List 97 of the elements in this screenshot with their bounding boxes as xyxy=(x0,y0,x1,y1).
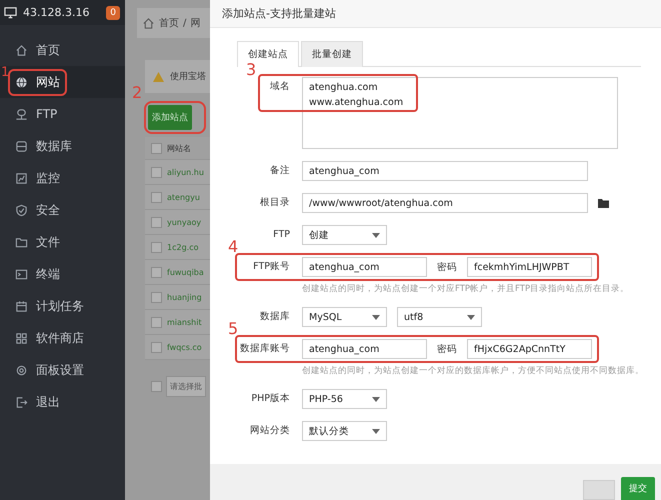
path-field[interactable]: /www/wwwroot/atenghua.com xyxy=(302,193,588,213)
exit-icon xyxy=(15,396,28,408)
breadcrumb-separator: / xyxy=(183,18,186,28)
dialog-title: 添加站点-支持批量建站 xyxy=(222,6,336,21)
sidebar-item[interactable]: 面板设置 xyxy=(0,354,125,386)
checkbox[interactable] xyxy=(151,381,162,392)
add-site-button[interactable]: 添加站点 xyxy=(148,105,192,130)
caret-icon xyxy=(372,232,380,238)
notification-badge[interactable]: 0 xyxy=(106,6,120,20)
home-icon xyxy=(142,16,155,30)
sidebar-item[interactable]: FTP xyxy=(0,98,125,130)
server-icon xyxy=(15,108,28,120)
caret-icon xyxy=(372,314,380,320)
database-icon xyxy=(15,140,28,152)
grid-icon xyxy=(15,332,28,344)
globe-icon xyxy=(15,76,28,88)
field-label: PHP版本 xyxy=(250,392,290,406)
field-label: 数据库 xyxy=(259,310,290,324)
caret-icon xyxy=(467,314,475,320)
sidebar-item[interactable]: 监控 xyxy=(0,162,125,194)
field-label: 网站分类 xyxy=(249,424,290,438)
shield-icon xyxy=(15,204,28,216)
field-label: 域名 xyxy=(269,80,290,94)
checkbox[interactable] xyxy=(151,342,162,352)
checkbox[interactable] xyxy=(151,216,162,228)
domain-textarea[interactable]: atenghua.com www.atenghua.com xyxy=(302,77,618,149)
home-icon xyxy=(15,44,28,56)
checkbox[interactable] xyxy=(151,316,162,328)
field-label: FTP xyxy=(272,228,290,242)
field-hint: 创建站点的同时，为站点创建一个对应的数据库帐户，方便不同站点使用不同数据库。 xyxy=(302,365,644,377)
password-label: 密码 xyxy=(437,342,457,356)
nav-label: FTP xyxy=(36,107,58,121)
settings-icon xyxy=(15,364,28,376)
notice-text: 使用宝塔 xyxy=(170,70,206,83)
breadcrumb-link[interactable]: 首页 xyxy=(159,16,179,30)
select-field[interactable]: 创建 xyxy=(302,225,387,245)
field-hint: 创建站点的同时，为站点创建一个对应FTP帐户，并且FTP目录指向站点所在目录。 xyxy=(302,283,630,295)
checkbox[interactable] xyxy=(151,242,162,252)
callout-number: 4 xyxy=(228,239,238,255)
sidebar-item[interactable]: 退出 xyxy=(0,386,125,418)
nav-label: 终端 xyxy=(36,266,60,282)
field-label: FTP账号 xyxy=(252,260,290,274)
input-field[interactable]: atenghua_com xyxy=(302,257,427,277)
terminal-icon xyxy=(15,268,28,280)
caret-icon xyxy=(372,428,380,434)
sidebar-item[interactable]: 安全 xyxy=(0,194,125,226)
sidebar-item[interactable]: 网站 1 xyxy=(0,66,125,98)
server-ip: 43.128.3.16 xyxy=(23,6,90,19)
checkbox[interactable] xyxy=(151,266,162,278)
batch-select[interactable]: 请选择批 xyxy=(166,376,206,397)
checkbox[interactable] xyxy=(151,192,162,202)
sidebar-item[interactable]: 文件 xyxy=(0,226,125,258)
nav-label: 退出 xyxy=(36,394,60,410)
checkbox[interactable] xyxy=(151,292,162,302)
nav-label: 文件 xyxy=(36,234,60,250)
field-label: 根目录 xyxy=(259,196,290,210)
column-header: 网站名 xyxy=(167,142,191,154)
input-field[interactable]: atenghua_com xyxy=(302,161,588,181)
checkbox[interactable] xyxy=(151,142,162,154)
nav-label: 软件商店 xyxy=(36,330,84,346)
caret-icon xyxy=(372,396,380,402)
breadcrumb-link[interactable]: 网 xyxy=(190,16,200,30)
password-field[interactable]: fcekmhYimLHJWPBT xyxy=(467,257,592,277)
nav-label: 监控 xyxy=(36,170,60,186)
select-field[interactable]: MySQL xyxy=(302,307,387,327)
monitor-icon xyxy=(4,6,17,19)
warning-icon xyxy=(153,72,164,82)
chart-icon xyxy=(15,172,28,184)
nav-label: 面板设置 xyxy=(36,362,84,378)
field-label: 数据库账号 xyxy=(239,342,290,356)
sidebar-item[interactable]: 数据库 xyxy=(0,130,125,162)
callout-number: 2 xyxy=(132,85,142,101)
password-label: 密码 xyxy=(437,260,457,274)
input-field[interactable]: atenghua_com xyxy=(302,339,427,359)
folder-icon xyxy=(15,236,28,248)
nav-label: 安全 xyxy=(36,202,60,218)
calendar-icon xyxy=(15,300,28,312)
submit-button[interactable]: 提交 xyxy=(621,477,655,500)
nav-label: 计划任务 xyxy=(36,298,84,314)
sidebar-item[interactable]: 终端 xyxy=(0,258,125,290)
folder-icon[interactable] xyxy=(598,198,610,208)
sidebar-item[interactable]: 计划任务 xyxy=(0,290,125,322)
nav-label: 首页 xyxy=(36,42,60,58)
select-field[interactable]: utf8 xyxy=(397,307,482,327)
password-field[interactable]: fHjxC6G2ApCnnTtY xyxy=(467,339,592,359)
sidebar-item[interactable]: 软件商店 xyxy=(0,322,125,354)
select-field[interactable]: PHP-56 xyxy=(302,389,387,409)
select-field[interactable]: 默认分类 xyxy=(302,421,387,441)
cancel-button[interactable] xyxy=(583,480,615,500)
checkbox[interactable] xyxy=(151,166,162,178)
tab[interactable]: 批量创建 xyxy=(301,41,363,67)
callout-number: 5 xyxy=(228,321,238,337)
field-label: 备注 xyxy=(269,164,290,178)
callout-number: 1 xyxy=(1,66,10,79)
sidebar-item[interactable]: 首页 xyxy=(0,34,125,66)
nav-label: 数据库 xyxy=(36,138,72,154)
nav-label: 网站 xyxy=(36,74,60,90)
